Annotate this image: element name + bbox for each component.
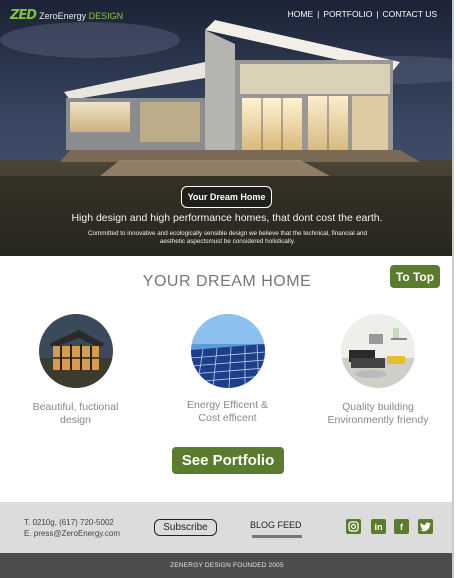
twitter-icon[interactable] (418, 519, 433, 534)
section-title: YOUR DREAM HOME (142, 273, 312, 290)
hero-badge-button[interactable]: Your Dream Home (181, 186, 272, 208)
nav-separator: | (317, 9, 320, 19)
contact-info: T. 0210g, (617) 720-5002 E. press@ZeroEn… (24, 517, 120, 539)
see-portfolio-button[interactable]: See Portfolio (172, 447, 284, 474)
feature-quality-image (341, 314, 415, 388)
logo-text: ZeroEnergy DESIGN (39, 10, 124, 21)
main-nav: HOME | PORTFOLIO | CONTACT US (288, 9, 437, 19)
nav-portfolio[interactable]: PORTFOLIO (323, 9, 372, 19)
blog-feed-link[interactable]: BLOG FEED (250, 520, 302, 530)
email-address[interactable]: E. press@ZeroEnergy.com (24, 528, 120, 539)
to-top-button[interactable]: To Top (390, 265, 440, 288)
nav-contact-us[interactable]: CONTACT US (383, 9, 437, 19)
logo[interactable]: ZED ZeroEnergy DESIGN (10, 8, 123, 23)
hero-banner: ZED ZeroEnergy DESIGN HOME | PORTFOLIO |… (0, 0, 452, 256)
subscribe-button[interactable]: Subscribe (154, 519, 217, 536)
nav-separator: | (376, 9, 379, 19)
linkedin-icon[interactable]: in (371, 519, 386, 534)
facebook-icon[interactable]: f (394, 519, 409, 534)
feature-design-label: Beautiful, fuctional design (32, 401, 119, 426)
phone-number: T. 0210g, (617) 720-5002 (24, 518, 114, 527)
instagram-icon[interactable] (346, 519, 361, 534)
page: ZED ZeroEnergy DESIGN HOME | PORTFOLIO |… (0, 0, 454, 578)
hero-subtext: Committed to innovative and ecologically… (88, 230, 367, 245)
nav-home[interactable]: HOME (288, 9, 314, 19)
feature-energy: Energy Efficent & Cost efficent (180, 314, 275, 425)
feature-quality: Quality building Environmently friendy (322, 314, 434, 427)
feature-design-image (38, 314, 113, 388)
logo-mark: ZED (10, 8, 37, 23)
hero-tagline: High design and high performance homes, … (71, 212, 383, 224)
feature-energy-label: Energy Efficent & Cost efficent (187, 399, 268, 424)
blog-feed-underline (252, 535, 302, 538)
feature-quality-label: Quality building Environmently friendy (327, 401, 429, 426)
footer: T. 0210g, (617) 720-5002 E. press@ZeroEn… (0, 502, 452, 553)
feature-design: Beautiful, fuctional design (28, 314, 123, 427)
feature-energy-image (190, 314, 265, 388)
copyright-bar: ZENERGY DESIGN FOUNDED 2005 (0, 553, 452, 578)
